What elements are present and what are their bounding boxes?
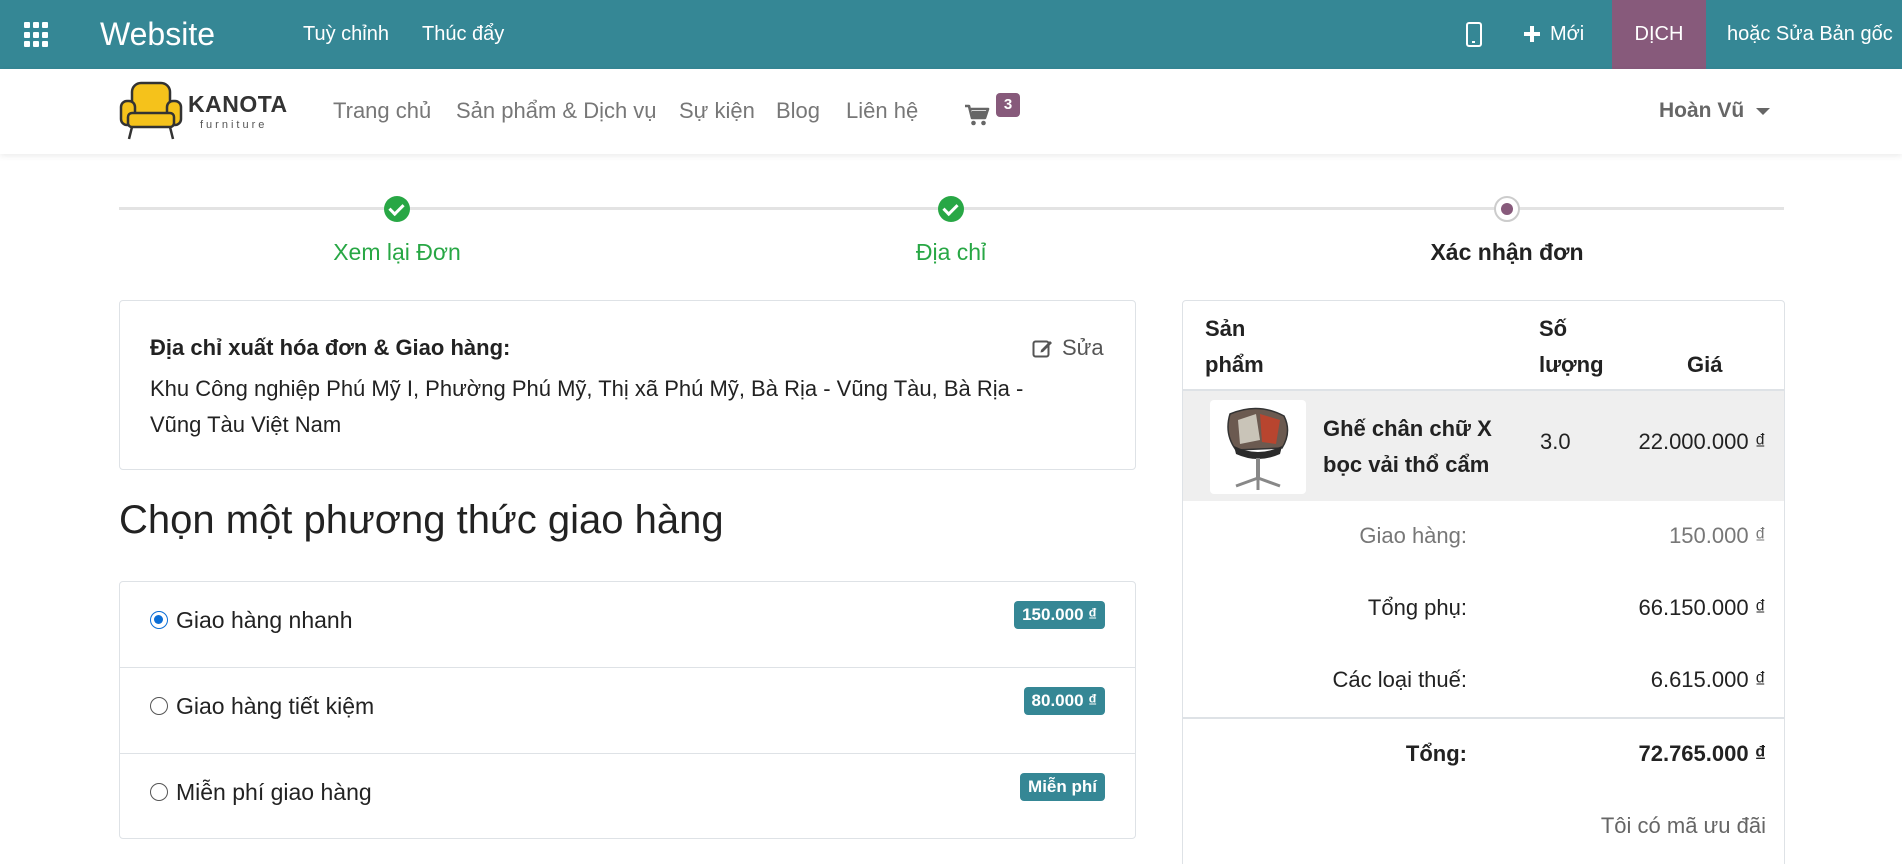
cart-icon [965, 104, 990, 126]
address-title: Địa chỉ xuất hóa đơn & Giao hàng: [150, 335, 511, 360]
logo-subtitle: furniture [200, 119, 268, 131]
plus-icon [1524, 26, 1540, 42]
header-qty-line2: lượng [1539, 352, 1604, 377]
site-logo[interactable]: KANOTA furniture [118, 79, 288, 143]
edit-address-button[interactable]: Sửa [1032, 335, 1104, 361]
step-address[interactable]: Địa chỉ [801, 238, 1101, 266]
edit-master-link[interactable]: hoặc Sửa Bản gốc [1727, 21, 1893, 47]
delivery-value: 150.000 ₫ [1669, 523, 1766, 548]
apps-grid-icon[interactable] [24, 22, 50, 48]
header-qty-line1: Số [1539, 316, 1568, 341]
delivery-label: Giao hàng: [1359, 523, 1467, 548]
edit-icon [1032, 340, 1052, 358]
address-card: Địa chỉ xuất hóa đơn & Giao hàng: Khu Cô… [119, 300, 1136, 470]
caret-down-icon [1756, 107, 1771, 115]
user-name: Hoàn Vũ [1659, 99, 1745, 122]
delivery-method-express[interactable]: Giao hàng nhanh 150.000 ₫ [120, 582, 1135, 668]
nav-events[interactable]: Sự kiện [679, 97, 755, 125]
product-qty: 3.0 [1540, 429, 1571, 454]
armchair-logo-icon [119, 81, 183, 140]
address-text: Khu Công nghiệp Phú Mỹ I, Phường Phú Mỹ,… [150, 376, 1024, 437]
menu-customize[interactable]: Tuỳ chỉnh [303, 21, 389, 47]
delivery-method-free[interactable]: Miễn phí giao hàng Miễn phí [120, 754, 1135, 840]
delivery-price-badge: Miễn phí [1020, 773, 1105, 801]
delivery-section-title: Chọn một phương thức giao hàng [119, 498, 724, 542]
product-name[interactable]: Ghế chân chữ X bọc vải thổ cẩm [1323, 411, 1503, 483]
nav-contact[interactable]: Liên hệ [846, 97, 918, 125]
edit-address-label: Sửa [1062, 335, 1104, 360]
delivery-radio-economy[interactable] [150, 697, 168, 715]
logo-name: KANOTA [188, 91, 288, 117]
step-confirm-order: Xác nhận đơn [1430, 239, 1584, 265]
delivery-method-economy[interactable]: Giao hàng tiết kiệm 80.000 ₫ [120, 668, 1135, 754]
cart-button[interactable]: 3 [964, 93, 1024, 129]
current-step-dot-icon [1494, 196, 1520, 222]
translate-button[interactable]: DỊCH [1612, 0, 1706, 69]
delivery-method-label: Miễn phí giao hàng [176, 779, 372, 805]
user-menu[interactable]: Hoàn Vũ [1659, 97, 1771, 125]
delivery-method-label: Giao hàng tiết kiệm [176, 693, 375, 719]
header-product-line2: phẩm [1205, 352, 1264, 377]
subtotal-value: 66.150.000 ₫ [1638, 595, 1766, 620]
delivery-price-badge: 80.000 ₫ [1023, 687, 1105, 715]
delivery-radio-free[interactable] [150, 783, 168, 801]
step-review-order[interactable]: Xem lại Đơn [247, 238, 547, 266]
tax-label: Các loại thuế: [1332, 667, 1467, 692]
check-circle-icon [384, 196, 410, 222]
new-button[interactable]: Mới [1524, 21, 1584, 47]
app-title: Website [100, 16, 216, 52]
website-header: KANOTA furniture Trang chủ Sản phẩm & Dị… [0, 69, 1902, 154]
promo-code-link[interactable]: Tôi có mã ưu đãi [1601, 813, 1766, 839]
product-price: 22.000.000 ₫ [1638, 429, 1766, 454]
nav-home[interactable]: Trang chủ [333, 97, 431, 125]
mobile-preview-icon[interactable] [1466, 22, 1482, 47]
cart-count-badge: 3 [996, 93, 1020, 117]
new-button-label: Mới [1550, 23, 1585, 45]
order-summary: Sản phẩm Số lượng Giá Ghế chân chữ X bọc… [1182, 300, 1785, 864]
order-line: Ghế chân chữ X bọc vải thổ cẩm 3.0 22.00… [1183, 389, 1784, 501]
summary-divider [1183, 717, 1784, 719]
menu-promote[interactable]: Thúc đẩy [422, 21, 504, 47]
chair-thumbnail-icon [1227, 407, 1289, 490]
total-value: 72.765.000 ₫ [1638, 741, 1766, 766]
nav-blog[interactable]: Blog [776, 97, 820, 125]
tax-value: 6.615.000 ₫ [1650, 667, 1766, 692]
product-image[interactable] [1210, 400, 1306, 494]
subtotal-label: Tổng phụ: [1367, 595, 1467, 620]
total-label: Tổng: [1405, 741, 1467, 766]
delivery-radio-express[interactable] [150, 611, 168, 629]
delivery-method-list: Giao hàng nhanh 150.000 ₫ Giao hàng tiết… [119, 581, 1136, 839]
delivery-price-badge: 150.000 ₫ [1014, 601, 1105, 629]
check-circle-icon [938, 196, 964, 222]
nav-products[interactable]: Sản phẩm & Dịch vụ [456, 97, 657, 125]
header-product-line1: Sản [1205, 316, 1246, 341]
editor-topbar: Website Tuỳ chỉnh Thúc đẩy Mới DỊCH hoặc… [0, 0, 1902, 69]
delivery-method-label: Giao hàng nhanh [176, 607, 353, 633]
header-price: Giá [1687, 352, 1723, 377]
